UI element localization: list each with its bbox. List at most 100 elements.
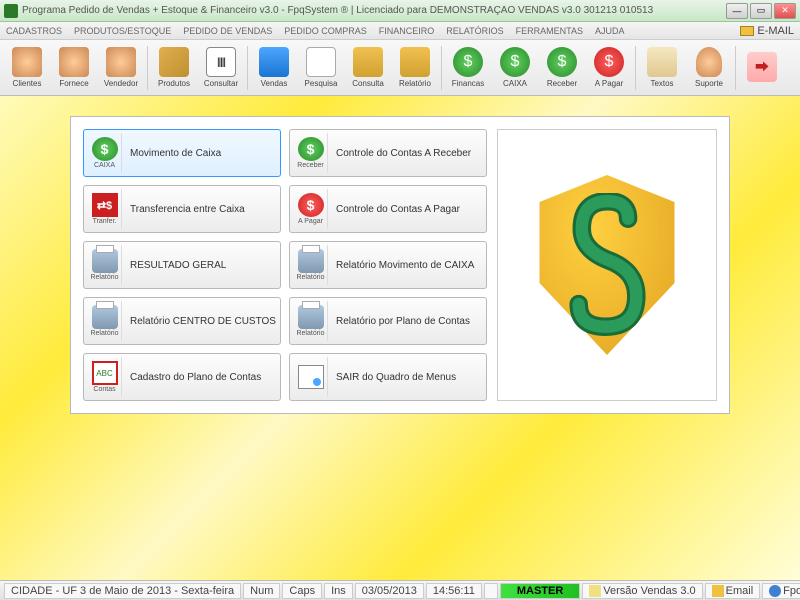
toolbar-exit[interactable]: ⮕ bbox=[739, 43, 785, 93]
panel-btn-text: Movimento de Caixa bbox=[130, 148, 221, 159]
close-button[interactable]: ✕ bbox=[774, 3, 796, 19]
status-version: Versão Vendas 3.0 bbox=[582, 583, 702, 599]
panel-btn-0[interactable]: $CAIXAMovimento de Caixa bbox=[83, 129, 281, 177]
panel-btn-icon-label: Contas bbox=[93, 386, 115, 393]
menu-cadastros[interactable]: CADASTROS bbox=[6, 26, 62, 36]
panel-btn-icon-label: CAIXA bbox=[94, 162, 115, 169]
toolbar-relatório[interactable]: Relatório bbox=[392, 43, 438, 93]
ic-dollar-icon: $ bbox=[453, 47, 483, 77]
email-icon bbox=[740, 26, 754, 36]
notes-icon bbox=[589, 585, 601, 597]
toolbar-consultar[interactable]: ||||| Consultar bbox=[198, 43, 244, 93]
panel-btn-2[interactable]: ⇄$Tranfer. Transferencia entre Caixa bbox=[83, 185, 281, 233]
mail-icon bbox=[712, 585, 724, 597]
toolbar-caixa[interactable]: $CAIXA bbox=[492, 43, 538, 93]
panel-btn-3[interactable]: $A Pagar Controle do Contas A Pagar bbox=[289, 185, 487, 233]
toolbar-consulta[interactable]: Consulta bbox=[345, 43, 391, 93]
ic-barcode-icon: ||||| bbox=[206, 47, 236, 77]
toolbar-label: A Pagar bbox=[595, 79, 623, 88]
status-email[interactable]: Email bbox=[705, 583, 761, 599]
panel-btn-8[interactable]: ABCContas Cadastro do Plano de Contas bbox=[83, 353, 281, 401]
panel-btn-text: Relatório CENTRO DE CUSTOS bbox=[130, 316, 276, 327]
menu-ferramentas[interactable]: FERRAMENTAS bbox=[516, 26, 583, 36]
statusbar: CIDADE - UF 3 de Maio de 2013 - Sexta-fe… bbox=[0, 580, 800, 600]
status-caps: Caps bbox=[282, 583, 322, 599]
menu-ajuda[interactable]: AJUDA bbox=[595, 26, 625, 36]
toolbar-pesquisa[interactable]: Pesquisa bbox=[298, 43, 344, 93]
menu-financeiro[interactable]: FINANCEIRO bbox=[379, 26, 435, 36]
ic-dollar-icon: $ bbox=[298, 137, 324, 161]
toolbar-receber[interactable]: $Receber bbox=[539, 43, 585, 93]
panel-btn-icon-label: Relatório bbox=[90, 274, 118, 281]
panel-btn-6[interactable]: Relatório Relatório CENTRO DE CUSTOS bbox=[83, 297, 281, 345]
menu-produtos[interactable]: PRODUTOS/ESTOQUE bbox=[74, 26, 171, 36]
globe-icon bbox=[769, 585, 781, 597]
panel-btn-4[interactable]: RelatórioRESULTADO GERAL bbox=[83, 241, 281, 289]
panel-btn-text: Controle do Contas A Pagar bbox=[336, 204, 460, 215]
panel-btn-text: Transferencia entre Caixa bbox=[130, 204, 245, 215]
ic-dollar-red-icon: $ bbox=[298, 193, 324, 217]
email-button[interactable]: E-MAIL bbox=[740, 25, 794, 37]
toolbar-vendas[interactable]: Vendas bbox=[251, 43, 297, 93]
toolbar-vendedor[interactable]: Vendedor bbox=[98, 43, 144, 93]
panel-btn-1[interactable]: $Receber Controle do Contas A Receber bbox=[289, 129, 487, 177]
panel-btn-icon-label: Relatório bbox=[90, 330, 118, 337]
panel-btn-icon-box: $Receber bbox=[294, 133, 328, 173]
panel-btn-text: Controle do Contas A Receber bbox=[336, 148, 471, 159]
toolbar-separator bbox=[441, 46, 442, 90]
panel-btn-5[interactable]: RelatórioRelatório Movimento de CAIXA bbox=[289, 241, 487, 289]
status-time: 14:56:11 bbox=[426, 583, 482, 599]
panel-btn-icon-box bbox=[294, 357, 328, 397]
ic-printer-icon bbox=[298, 305, 324, 329]
dollar-s-icon bbox=[555, 193, 660, 337]
toolbar-label: Suporte bbox=[695, 79, 723, 88]
menu-relatorios[interactable]: RELATÓRIOS bbox=[446, 26, 503, 36]
panel-btn-9[interactable]: SAIR do Quadro de Menus bbox=[289, 353, 487, 401]
menu-pedido-vendas[interactable]: PEDIDO DE VENDAS bbox=[183, 26, 272, 36]
ic-printer-icon bbox=[298, 249, 324, 273]
ic-box-icon bbox=[159, 47, 189, 77]
minimize-button[interactable]: — bbox=[726, 3, 748, 19]
toolbar-label: Textos bbox=[650, 79, 673, 88]
panel-btn-icon-label: Receber bbox=[297, 162, 323, 169]
ic-folder-icon bbox=[353, 47, 383, 77]
ic-exit-icon: ⮕ bbox=[747, 52, 777, 82]
status-num: Num bbox=[243, 583, 280, 599]
toolbar-label: Vendas bbox=[261, 79, 288, 88]
panel-btn-icon-box: $A Pagar bbox=[294, 189, 328, 229]
menubar: CADASTROS PRODUTOS/ESTOQUE PEDIDO DE VEN… bbox=[0, 22, 800, 40]
ic-person-icon bbox=[12, 47, 42, 77]
panel-btn-icon-box: ⇄$Tranfer. bbox=[88, 189, 122, 229]
toolbar-label: Fornece bbox=[59, 79, 88, 88]
status-ins: Ins bbox=[324, 583, 353, 599]
ic-calendar-icon: ABC bbox=[92, 361, 118, 385]
panel-btn-icon-label: A Pagar bbox=[298, 218, 323, 225]
toolbar-clientes[interactable]: Clientes bbox=[4, 43, 50, 93]
menu-pedido-compras[interactable]: PEDIDO COMPRAS bbox=[284, 26, 367, 36]
toolbar-textos[interactable]: Textos bbox=[639, 43, 685, 93]
toolbar-label: Financas bbox=[452, 79, 484, 88]
toolbar-suporte[interactable]: Suporte bbox=[686, 43, 732, 93]
status-company[interactable]: FpqSystem bbox=[762, 583, 800, 599]
toolbar-label: Receber bbox=[547, 79, 577, 88]
toolbar-label: CAIXA bbox=[503, 79, 527, 88]
ic-report-icon bbox=[400, 47, 430, 77]
ic-person-icon bbox=[59, 47, 89, 77]
titlebar: Programa Pedido de Vendas + Estoque & Fi… bbox=[0, 0, 800, 22]
ic-window-icon bbox=[298, 365, 324, 389]
toolbar-separator bbox=[147, 46, 148, 90]
app-icon bbox=[4, 4, 18, 18]
toolbar-label: Relatório bbox=[399, 79, 431, 88]
panel-btn-7[interactable]: RelatórioRelatório por Plano de Contas bbox=[289, 297, 487, 345]
maximize-button[interactable]: ▭ bbox=[750, 3, 772, 19]
toolbar-label: Clientes bbox=[13, 79, 42, 88]
toolbar-separator bbox=[735, 46, 736, 90]
toolbar-fornece[interactable]: Fornece bbox=[51, 43, 97, 93]
panel-btn-icon-box: Relatório bbox=[294, 301, 328, 341]
toolbar-a pagar[interactable]: $A Pagar bbox=[586, 43, 632, 93]
toolbar-label: Consultar bbox=[204, 79, 238, 88]
toolbar-produtos[interactable]: Produtos bbox=[151, 43, 197, 93]
panel-btn-text: Cadastro do Plano de Contas bbox=[130, 372, 261, 383]
panel-btn-text: Relatório Movimento de CAIXA bbox=[336, 260, 474, 271]
toolbar-financas[interactable]: $ Financas bbox=[445, 43, 491, 93]
